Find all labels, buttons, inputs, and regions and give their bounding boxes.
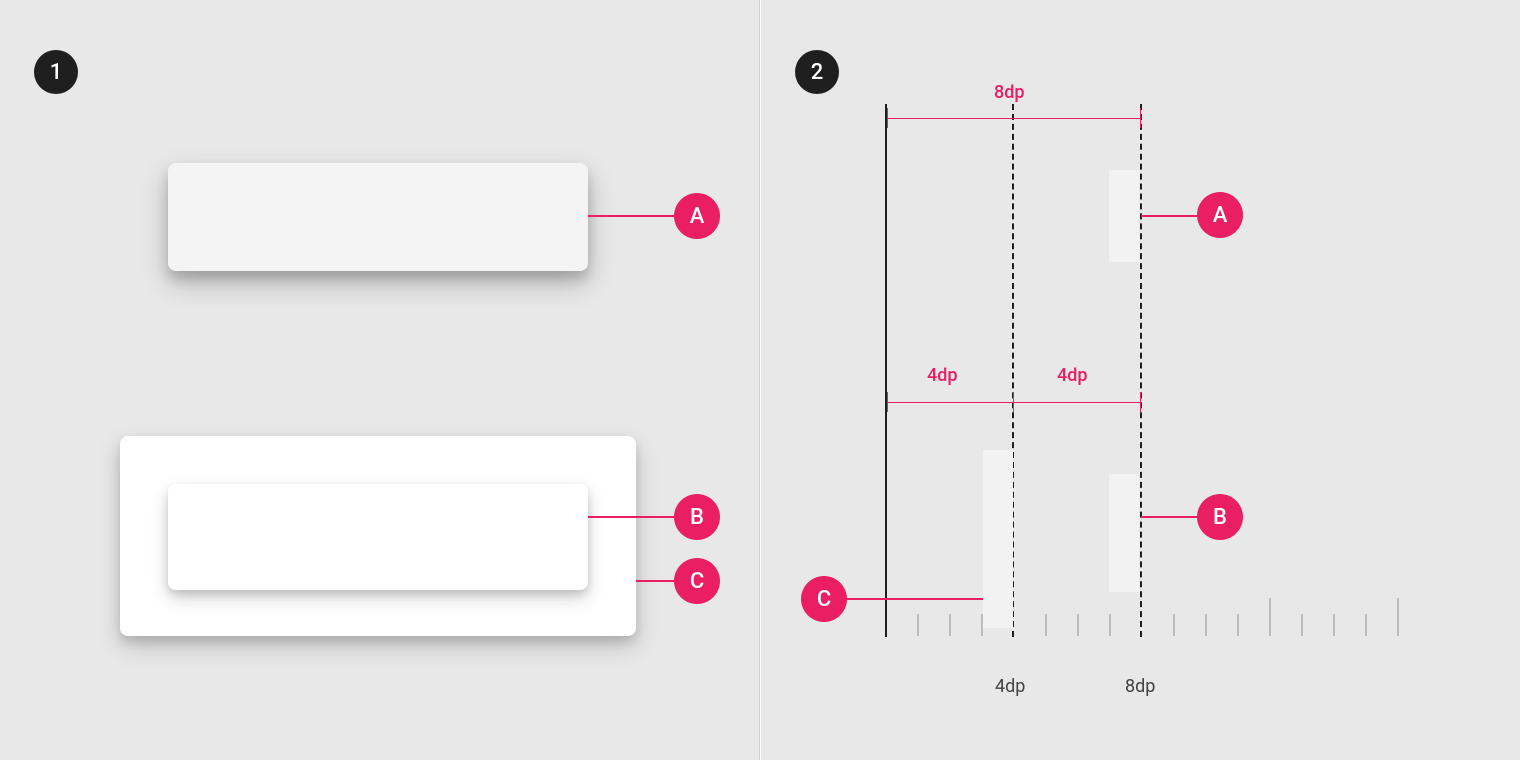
- callout2-b-label: B: [1213, 505, 1227, 530]
- callout2-c-label: C: [817, 587, 831, 612]
- callout-c: C: [674, 558, 720, 604]
- callout2-line-a: [1141, 215, 1197, 217]
- callout-line-b: [588, 516, 674, 518]
- slab-c: [983, 450, 1013, 628]
- ruler-tick: [1173, 614, 1175, 636]
- ruler-tick: [1365, 614, 1367, 636]
- axis-8dp: [1140, 104, 1142, 637]
- ruler-tick: [1045, 614, 1047, 636]
- step-badge-2-label: 2: [811, 60, 824, 85]
- step-badge-1-label: 1: [50, 60, 63, 85]
- ruler-tick: [1237, 614, 1239, 636]
- ruler-tick: [917, 614, 919, 636]
- slab-b: [1109, 474, 1139, 592]
- callout2-a: A: [1197, 192, 1243, 238]
- surface-a: [168, 163, 588, 271]
- callout-a: A: [674, 193, 720, 239]
- ruler-tick: [1333, 614, 1335, 636]
- callout-line-c: [636, 580, 674, 582]
- callout2-a-label: A: [1213, 203, 1228, 228]
- callout2-b: B: [1197, 494, 1243, 540]
- step-badge-1: 1: [34, 50, 78, 94]
- slab-a: [1109, 170, 1139, 262]
- callout-line-a: [588, 215, 674, 217]
- ruler-tick: [1077, 614, 1079, 636]
- callout2-c: C: [801, 576, 847, 622]
- panel-1: 1 A B C: [0, 0, 759, 760]
- measure-cap: [1013, 392, 1014, 412]
- measure-label-4dp-right: 4dp: [1057, 365, 1088, 386]
- measure-label-4dp-left: 4dp: [927, 365, 958, 386]
- measure-cap: [887, 392, 888, 412]
- callout-b: B: [674, 494, 720, 540]
- surface-b: [168, 484, 588, 590]
- ruler-tick: [1205, 614, 1207, 636]
- callout-a-label: A: [690, 204, 705, 229]
- axis-0dp: [885, 104, 887, 637]
- step-badge-2: 2: [795, 50, 839, 94]
- measure-cap: [887, 108, 888, 128]
- ruler-tick: [1109, 614, 1111, 636]
- measure-label-8dp: 8dp: [994, 82, 1025, 103]
- ruler-tick: [1397, 598, 1399, 636]
- ruler-tick: [949, 614, 951, 636]
- axis-label-4dp: 4dp: [995, 676, 1025, 697]
- measure-cap: [1140, 108, 1141, 128]
- ruler-tick: [1269, 598, 1271, 636]
- panel-2: 2 8dp A 4dp 4dp: [761, 0, 1520, 760]
- measure-line-8dp: [887, 118, 1140, 119]
- callout2-line-c: [847, 598, 983, 600]
- callout-c-label: C: [690, 569, 704, 594]
- callout2-line-b: [1141, 516, 1197, 518]
- axis-label-8dp: 8dp: [1125, 676, 1155, 697]
- measure-cap: [1140, 392, 1141, 412]
- callout-b-label: B: [690, 505, 704, 530]
- ruler-tick: [1301, 614, 1303, 636]
